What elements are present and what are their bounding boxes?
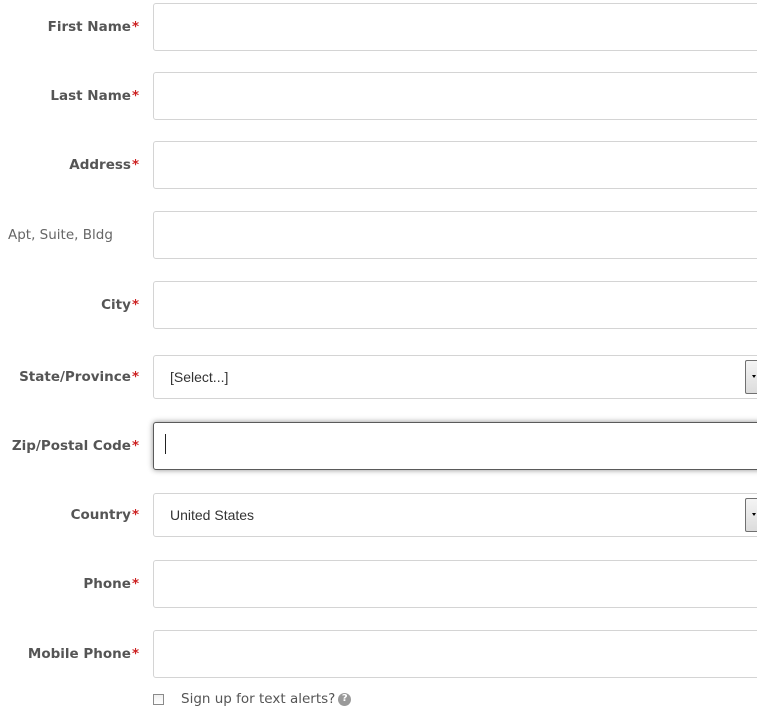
state-province-row: State/Province * [Select...] xyxy=(0,355,757,399)
country-label: Country * xyxy=(70,507,139,523)
phone-label: Phone * xyxy=(83,576,139,592)
country-row: Country * United States xyxy=(0,493,757,537)
zip-postal-code-input[interactable] xyxy=(153,422,757,470)
mobile-phone-input[interactable] xyxy=(153,630,757,678)
zip-postal-code-row: Zip/Postal Code * xyxy=(0,422,757,470)
first-name-row: First Name * xyxy=(0,3,757,51)
required-asterisk: * xyxy=(131,507,139,523)
city-input[interactable] xyxy=(153,281,757,329)
last-name-label: Last Name * xyxy=(50,88,139,104)
apt-suite-label: Apt, Suite, Bldg xyxy=(8,227,113,243)
first-name-label: First Name * xyxy=(47,19,139,35)
zip-postal-code-label: Zip/Postal Code * xyxy=(11,438,139,454)
mobile-phone-row: Mobile Phone * xyxy=(0,630,757,678)
apt-suite-row: Apt, Suite, Bldg xyxy=(0,211,757,259)
country-selected-value: United States xyxy=(170,507,255,523)
city-row: City * xyxy=(0,281,757,329)
question-circle-icon[interactable]: ? xyxy=(338,692,352,706)
first-name-input[interactable] xyxy=(153,3,757,51)
mobile-phone-label: Mobile Phone * xyxy=(27,646,139,662)
apt-suite-input[interactable] xyxy=(153,211,757,259)
required-asterisk: * xyxy=(131,88,139,104)
text-alerts-row: Sign up for text alerts? ? xyxy=(153,690,352,708)
country-dropdown-button[interactable] xyxy=(745,498,757,532)
state-province-select[interactable]: [Select...] xyxy=(153,355,757,399)
city-label: City * xyxy=(101,297,139,313)
address-row: Address * xyxy=(0,141,757,189)
required-asterisk: * xyxy=(131,576,139,592)
required-asterisk: * xyxy=(131,646,139,662)
phone-row: Phone * xyxy=(0,560,757,608)
required-asterisk: * xyxy=(131,297,139,313)
last-name-row: Last Name * xyxy=(0,72,757,120)
text-cursor xyxy=(165,434,166,454)
state-province-selected-value: [Select...] xyxy=(170,369,229,385)
chevron-down-icon xyxy=(752,375,756,378)
state-province-dropdown-button[interactable] xyxy=(745,360,757,394)
state-province-label: State/Province * xyxy=(19,369,139,385)
required-asterisk: * xyxy=(131,438,139,454)
last-name-input[interactable] xyxy=(153,72,757,120)
phone-input[interactable] xyxy=(153,560,757,608)
required-asterisk: * xyxy=(131,157,139,173)
chevron-down-icon xyxy=(752,513,756,516)
address-form: First Name * Last Name * Address * Apt, Sui… xyxy=(0,0,757,713)
country-select[interactable]: United States xyxy=(153,493,757,537)
address-input[interactable] xyxy=(153,141,757,189)
text-alerts-label[interactable]: Sign up for text alerts? xyxy=(181,691,335,707)
required-asterisk: * xyxy=(131,369,139,385)
address-label: Address * xyxy=(69,157,139,173)
text-alerts-checkbox[interactable] xyxy=(153,693,164,705)
required-asterisk: * xyxy=(131,19,139,35)
